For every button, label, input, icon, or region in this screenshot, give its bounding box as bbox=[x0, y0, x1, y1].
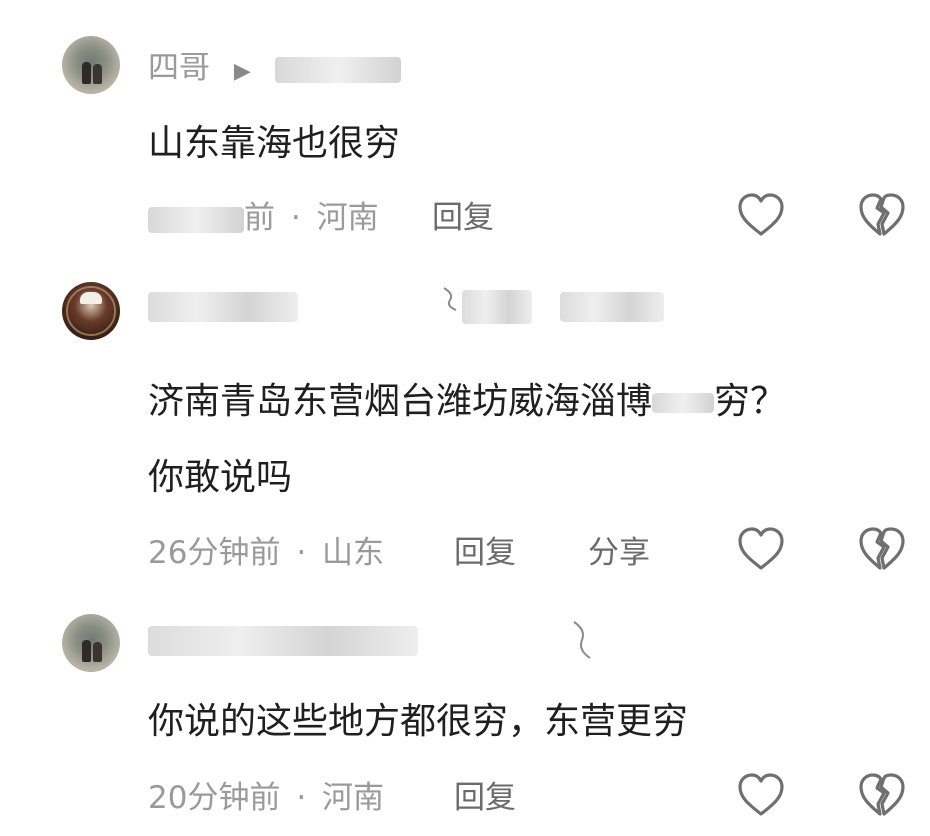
dislike-broken-heart-icon[interactable] bbox=[857, 526, 907, 572]
comment-text-tail: 穷？ bbox=[714, 381, 787, 422]
comment-meta: 26分钟前 · 山东 回复 分享 bbox=[148, 533, 650, 573]
reply-tilde-icon bbox=[440, 284, 460, 320]
blurred-word bbox=[652, 393, 715, 413]
dislike-broken-heart-icon[interactable] bbox=[857, 192, 907, 238]
time-suffix: 前 bbox=[244, 200, 275, 236]
meta-separator: · bbox=[296, 535, 307, 571]
dislike-broken-heart-icon[interactable] bbox=[857, 772, 907, 818]
avatar[interactable] bbox=[62, 282, 120, 340]
comment-meta: 前 · 河南 回复 bbox=[148, 198, 494, 238]
reply-to-arrow-icon: ▶ bbox=[233, 59, 251, 84]
reply-button[interactable]: 回复 bbox=[432, 198, 494, 238]
blurred-reply-target-2 bbox=[560, 292, 664, 322]
reply-tilde-icon bbox=[570, 618, 594, 668]
avatar-figure bbox=[93, 642, 102, 662]
share-button[interactable]: 分享 bbox=[588, 533, 650, 573]
time: 26分钟前 bbox=[148, 535, 281, 571]
blurred-reply-target bbox=[462, 290, 532, 324]
comment-text: 你说的这些地方都很穷，东营更穷 bbox=[148, 701, 689, 742]
avatar[interactable] bbox=[62, 614, 120, 672]
avatar-hat bbox=[80, 292, 102, 304]
blurred-username bbox=[148, 292, 298, 322]
comment-text-line2: 你敢说吗 bbox=[148, 457, 293, 498]
meta-separator: · bbox=[290, 200, 301, 236]
like-heart-icon[interactable] bbox=[736, 526, 786, 572]
like-heart-icon[interactable] bbox=[736, 192, 786, 238]
like-heart-icon[interactable] bbox=[736, 772, 786, 818]
username[interactable]: 四哥 ▶ bbox=[148, 48, 401, 88]
avatar-figure bbox=[82, 640, 91, 662]
username-text: 四哥 bbox=[148, 50, 210, 86]
time: 20分钟前 bbox=[148, 780, 281, 816]
blurred-username bbox=[148, 626, 418, 656]
avatar-figure bbox=[93, 64, 102, 84]
comment-meta: 20分钟前 · 河南 回复 bbox=[148, 778, 516, 818]
meta-separator: · bbox=[296, 780, 307, 816]
location: 河南 bbox=[322, 780, 385, 816]
comment-text-line1: 济南青岛东营烟台潍坊威海淄博 穷？ bbox=[148, 380, 786, 424]
reply-button[interactable]: 回复 bbox=[454, 778, 516, 818]
comment-text: 山东靠海也很穷 bbox=[148, 123, 401, 164]
location: 山东 bbox=[322, 535, 385, 571]
blurred-time bbox=[148, 206, 244, 233]
reply-button[interactable]: 回复 bbox=[454, 533, 516, 573]
avatar[interactable] bbox=[62, 36, 120, 94]
location: 河南 bbox=[316, 200, 379, 236]
comment-text: 济南青岛东营烟台潍坊威海淄博 bbox=[148, 381, 653, 422]
avatar-figure bbox=[82, 62, 91, 84]
blurred-username bbox=[274, 56, 401, 83]
